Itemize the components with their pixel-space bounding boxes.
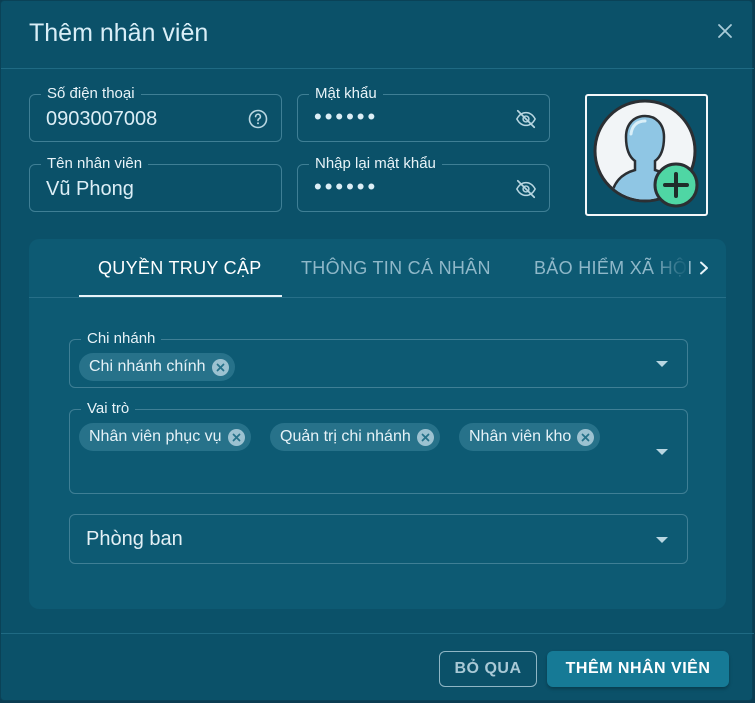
password-label: Mật khẩu xyxy=(309,85,383,103)
x-circle-icon xyxy=(216,363,224,371)
active-tab-indicator xyxy=(79,295,282,297)
remove-chip-button[interactable] xyxy=(416,428,434,446)
settings-panel: QUYỀN TRUY CẬP THÔNG TIN CÁ NHÂN BẢO HIỂ… xyxy=(29,239,726,609)
chip-label: Nhân viên phục vụ xyxy=(89,428,222,445)
role-chip: Nhân viên kho xyxy=(459,423,601,451)
department-placeholder: Phòng ban xyxy=(86,528,183,550)
confirm-password-value[interactable]: •••••• xyxy=(314,175,378,199)
employee-name-field[interactable]: Tên nhân viên Vũ Phong xyxy=(29,155,282,212)
confirm-password-label: Nhập lại mật khẩu xyxy=(309,155,442,173)
phone-field[interactable]: Số điện thoại 0903007008 xyxy=(29,85,282,142)
header-divider xyxy=(1,68,754,69)
footer-divider xyxy=(1,633,754,634)
caret-down-icon xyxy=(656,361,668,367)
role-select[interactable]: Vai trò Nhân viên phục vụ Quản trị chi n… xyxy=(69,400,688,494)
add-employee-button[interactable]: THÊM NHÂN VIÊN xyxy=(547,651,729,687)
help-button[interactable] xyxy=(247,108,269,130)
role-label: Vai trò xyxy=(81,400,136,418)
password-field[interactable]: Mật khẩu •••••• xyxy=(297,85,550,142)
add-employee-dialog: Thêm nhân viên Số điện thoại 0903007008 … xyxy=(0,0,754,701)
eye-off-icon xyxy=(515,179,537,199)
tab-access-rights[interactable]: QUYỀN TRUY CẬP xyxy=(98,258,262,279)
cancel-button[interactable]: BỎ QUA xyxy=(439,651,537,687)
remove-chip-button[interactable] xyxy=(211,358,229,376)
branch-label: Chi nhánh xyxy=(81,330,162,348)
phone-value[interactable]: 0903007008 xyxy=(46,107,157,131)
chip-label: Chi nhánh chính xyxy=(89,358,206,375)
help-circle-icon xyxy=(248,109,268,129)
toggle-confirm-password-visibility[interactable] xyxy=(515,178,537,200)
remove-chip-button[interactable] xyxy=(577,428,595,446)
x-circle-icon xyxy=(232,433,240,441)
close-icon xyxy=(718,24,732,38)
eye-off-icon xyxy=(515,109,537,129)
tabs-scroll-next-button[interactable] xyxy=(691,255,717,281)
confirm-password-field[interactable]: Nhập lại mật khẩu •••••• xyxy=(297,155,550,212)
dialog-title: Thêm nhân viên xyxy=(29,19,209,47)
close-button[interactable] xyxy=(711,17,739,45)
x-circle-icon xyxy=(581,433,590,441)
department-select[interactable]: Phòng ban xyxy=(69,514,688,564)
role-chip: Quản trị chi nhánh xyxy=(270,423,440,451)
tab-bar: QUYỀN TRUY CẬP THÔNG TIN CÁ NHÂN BẢO HIỂ… xyxy=(29,239,726,298)
chip-label: Quản trị chi nhánh xyxy=(280,428,411,445)
role-chip: Nhân viên phục vụ xyxy=(79,423,251,451)
chip-label: Nhân viên kho xyxy=(469,428,572,445)
chevron-right-icon xyxy=(700,261,708,275)
branch-select[interactable]: Chi nhánh Chi nhánh chính xyxy=(69,330,688,388)
employee-name-label: Tên nhân viên xyxy=(41,155,149,173)
branch-chip: Chi nhánh chính xyxy=(79,353,235,381)
caret-down-icon xyxy=(656,449,668,455)
phone-label: Số điện thoại xyxy=(41,85,141,103)
tab-personal-info[interactable]: THÔNG TIN CÁ NHÂN xyxy=(301,258,491,279)
tab-overflow-fade xyxy=(649,239,689,297)
plus-circle-icon xyxy=(653,162,698,208)
employee-name-value[interactable]: Vũ Phong xyxy=(46,177,134,201)
remove-chip-button[interactable] xyxy=(227,428,245,446)
toggle-password-visibility[interactable] xyxy=(515,108,537,130)
avatar-upload[interactable] xyxy=(585,94,708,216)
caret-down-icon xyxy=(656,537,668,543)
x-circle-icon xyxy=(421,433,430,441)
password-value[interactable]: •••••• xyxy=(314,105,378,129)
user-avatar-icon xyxy=(593,99,698,208)
